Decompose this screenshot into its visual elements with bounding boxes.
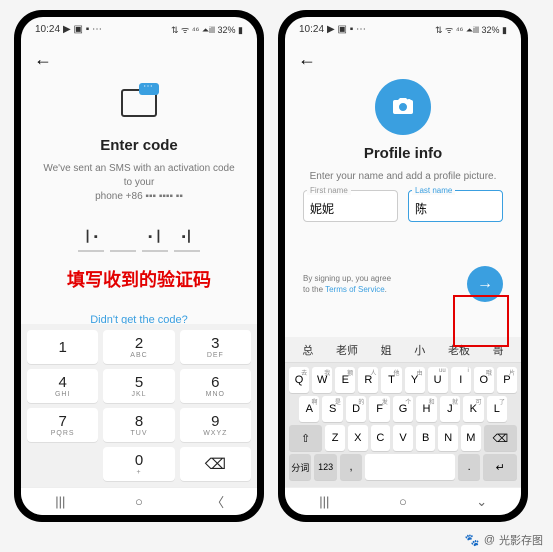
key-p[interactable]: 片P xyxy=(497,367,517,393)
key-n[interactable]: N xyxy=(438,425,458,451)
suggestion[interactable]: 老板 xyxy=(448,342,470,358)
key-y[interactable]: 由Y xyxy=(405,367,425,393)
key-k[interactable]: 可K xyxy=(463,396,483,422)
code-input[interactable]: ┃ ▪ ▪ ┃ ▪┃ xyxy=(39,222,239,252)
key-6[interactable]: 6MNO xyxy=(180,369,251,403)
key-l[interactable]: 了L xyxy=(487,396,507,422)
phone-left: 10:24▶ ▣ ▪ ⋯ ⇅ ᯤ ⁴⁶ ⏶ill 32% ▮ ← Enter c… xyxy=(14,10,264,522)
suggestion[interactable]: 小 xyxy=(414,342,425,358)
key-shift[interactable]: ⇧ xyxy=(289,425,322,451)
key-h[interactable]: 和H xyxy=(416,396,436,422)
key-1[interactable]: 1 xyxy=(27,330,98,364)
suggestion[interactable]: 总 xyxy=(302,342,313,358)
ime-suggestions: 总 老师 姐 小 老板 哥 xyxy=(285,337,521,363)
key-0[interactable]: 0+ xyxy=(103,447,174,481)
page-title: Profile info xyxy=(303,145,503,162)
subtitle: Enter your name and add a profile pictur… xyxy=(303,170,503,184)
key-e[interactable]: 额E xyxy=(335,367,355,393)
back-button[interactable]: ← xyxy=(295,47,319,71)
key-3[interactable]: 3DEF xyxy=(180,330,251,364)
nav-recents[interactable]: ||| xyxy=(315,493,333,511)
watermark: 🐾 @光影存图 xyxy=(465,532,543,548)
suggestion[interactable]: 哥 xyxy=(493,342,504,358)
key-g[interactable]: 个G xyxy=(393,396,413,422)
key-space[interactable] xyxy=(365,454,455,480)
terms-text: By signing up, you agree to the Terms of… xyxy=(303,273,391,295)
status-bar: 10:24▶ ▣ ▪ ⋯ ⇅ ᯤ ⁴⁶ ⏶ill 32% ▮ xyxy=(285,17,521,41)
numeric-keypad: 1 2ABC 3DEF 4GHI 5JKL 6MNO 7PQRS 8TUV 9W… xyxy=(21,324,257,487)
terms-link[interactable]: Terms of Service xyxy=(325,285,385,294)
key-q[interactable]: 去Q xyxy=(289,367,309,393)
qwerty-keyboard: 去Q我W额E人R他T由YuuUiI哦O片P 啊A是S的D发F个G和H就J可K了L… xyxy=(285,363,521,487)
key-comma[interactable]: , xyxy=(340,454,362,480)
nav-bar: ||| ○ 〈 xyxy=(21,487,257,515)
subtitle: We've sent an SMS with an activation cod… xyxy=(39,162,239,204)
key-empty xyxy=(27,447,98,481)
key-v[interactable]: V xyxy=(393,425,413,451)
paw-icon: 🐾 xyxy=(465,533,480,547)
key-w[interactable]: 我W xyxy=(312,367,332,393)
key-f[interactable]: 发F xyxy=(369,396,389,422)
key-u[interactable]: uuU xyxy=(428,367,448,393)
nav-home[interactable]: ○ xyxy=(130,493,148,511)
key-5[interactable]: 5JKL xyxy=(103,369,174,403)
key-period[interactable]: . xyxy=(458,454,480,480)
key-b[interactable]: B xyxy=(416,425,436,451)
camera-icon xyxy=(391,95,415,119)
back-button[interactable]: ← xyxy=(31,47,55,71)
key-4[interactable]: 4GHI xyxy=(27,369,98,403)
key-enter[interactable]: ↵ xyxy=(483,454,517,480)
key-x[interactable]: X xyxy=(348,425,368,451)
nav-recents[interactable]: ||| xyxy=(51,493,69,511)
key-7[interactable]: 7PQRS xyxy=(27,408,98,442)
key-r[interactable]: 人R xyxy=(358,367,378,393)
status-bar: 10:24▶ ▣ ▪ ⋯ ⇅ ᯤ ⁴⁶ ⏶ill 32% ▮ xyxy=(21,17,257,41)
key-i[interactable]: iI xyxy=(451,367,471,393)
nav-back[interactable]: 〈 xyxy=(209,493,227,511)
key-a[interactable]: 啊A xyxy=(299,396,319,422)
sms-icon xyxy=(117,83,161,127)
nav-bar: ||| ○ ⌄ xyxy=(285,487,521,515)
next-button[interactable]: → xyxy=(467,266,503,302)
key-t[interactable]: 他T xyxy=(381,367,401,393)
key-o[interactable]: 哦O xyxy=(474,367,494,393)
annotation-overlay: 填写收到的验证码 xyxy=(39,266,239,292)
key-fenci[interactable]: 分词 xyxy=(289,454,311,480)
phone-right: 10:24▶ ▣ ▪ ⋯ ⇅ ᯤ ⁴⁶ ⏶ill 32% ▮ ← Profile… xyxy=(278,10,528,522)
key-d[interactable]: 的D xyxy=(346,396,366,422)
key-s[interactable]: 是S xyxy=(322,396,342,422)
first-name-label: First name xyxy=(307,186,351,195)
last-name-label: Last name xyxy=(412,186,455,195)
nav-keyboard-hide[interactable]: ⌄ xyxy=(473,493,491,511)
key-j[interactable]: 就J xyxy=(440,396,460,422)
key-2[interactable]: 2ABC xyxy=(103,330,174,364)
suggestion[interactable]: 姐 xyxy=(381,342,392,358)
nav-home[interactable]: ○ xyxy=(394,493,412,511)
key-backspace[interactable]: ⌫ xyxy=(180,447,251,481)
key-9[interactable]: 9WXYZ xyxy=(180,408,251,442)
key-c[interactable]: C xyxy=(371,425,391,451)
suggestion[interactable]: 老师 xyxy=(336,342,358,358)
key-8[interactable]: 8TUV xyxy=(103,408,174,442)
page-title: Enter code xyxy=(39,137,239,154)
key-123[interactable]: 123 xyxy=(314,454,336,480)
key-z[interactable]: Z xyxy=(325,425,345,451)
resend-link[interactable]: Didn't get the code? xyxy=(39,314,239,324)
key-backspace[interactable]: ⌫ xyxy=(484,425,517,451)
key-m[interactable]: M xyxy=(461,425,481,451)
add-photo-button[interactable] xyxy=(375,79,431,135)
